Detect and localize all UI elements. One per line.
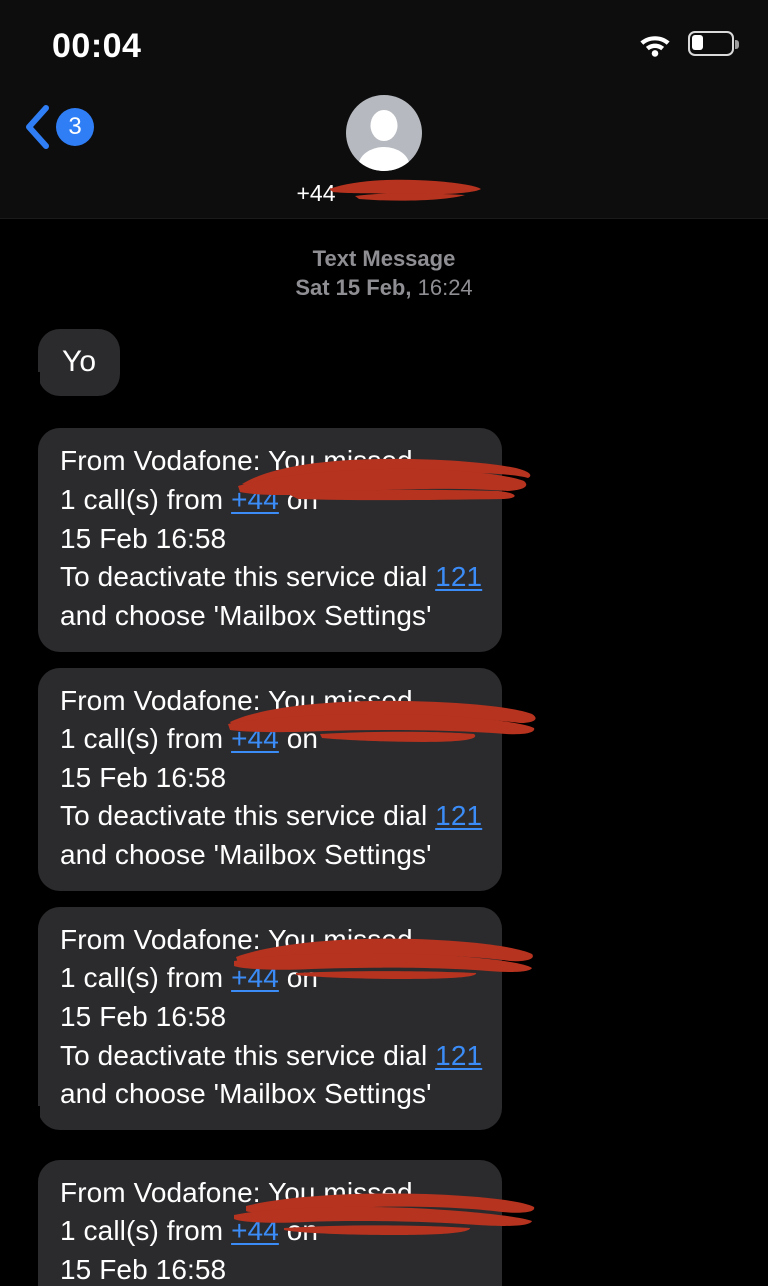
conversation-timestamp-header: Text Message Sat 15 Feb, 16:24 [0,219,768,302]
status-bar: 00:04 [0,0,768,86]
message-bubble-incoming[interactable]: From Vodafone: You missed 1 call(s) from… [38,428,531,652]
redaction-scribble-header [329,179,481,201]
message-bubble-incoming[interactable]: Yo [21,329,121,397]
dial-number-link[interactable]: 121 [435,800,482,831]
message-line: To deactivate this service dial 121 [60,558,482,597]
dial-number-link[interactable]: 121 [435,1040,482,1071]
message-line: From Vodafone: You missed [60,684,413,716]
message-date: Sat 15 Feb, [295,275,412,301]
message-line: To deactivate this service dial 121 [60,797,482,836]
message-text: To deactivate this service dial [60,1039,436,1071]
message-row: From Vodafone: You missed 1 call(s) from… [0,667,768,891]
message-row: From Vodafone: You missed 1 call(s) from… [0,1159,768,1286]
cellular-bars-icon [588,30,622,58]
message-line: From Vodafone: You missed [60,923,413,955]
status-bar-indicators [588,30,740,58]
message-line: To deactivate this service dial 121 [60,1037,482,1076]
message-line: and choose 'Mailbox Settings' [60,1078,432,1110]
messages-app-screen: 00:04 3 +44 Text Message Sat 15 Feb, 16:… [0,0,768,1286]
phone-number-link[interactable]: +44 [231,962,279,993]
message-row: From Vodafone: You missed 1 call(s) from… [0,906,768,1130]
message-line: 1 call(s) from +44 on [60,720,482,759]
conversation-header: 3 +44 [0,86,768,219]
phone-number-link[interactable]: +44 [231,723,279,754]
message-bubble-incoming[interactable]: From Vodafone: You missed 1 call(s) from… [21,906,533,1130]
message-text: 1 call(s) from [60,1215,232,1247]
message-text: on [278,1215,319,1247]
message-line: 15 Feb 16:58 [60,1254,227,1286]
message-row: Yo [0,329,768,397]
dial-number-link[interactable]: 121 [435,561,482,592]
message-line: and choose 'Mailbox Settings' [60,599,432,631]
wifi-icon [640,36,670,57]
contact-avatar-placeholder-icon[interactable] [346,95,422,171]
message-text: To deactivate this service dial [60,800,436,832]
message-line: From Vodafone: You missed [60,445,413,477]
phone-number-link[interactable]: +44 [231,1215,279,1246]
message-line: 15 Feb 16:58 [60,1000,227,1032]
message-line: 1 call(s) from +44 on [60,959,482,998]
message-text: To deactivate this service dial [60,561,436,593]
contact-name: +44 [296,180,336,206]
message-list[interactable]: Text Message Sat 15 Feb, 16:24 Yo From V… [0,219,768,1286]
message-line: and choose 'Mailbox Settings' [60,839,432,871]
contact-info[interactable]: +44 [0,86,768,207]
message-time: 16:24 [417,275,473,301]
message-date-time: Sat 15 Feb, 16:24 [0,273,768,302]
message-text: on [278,723,319,755]
message-line: 15 Feb 16:58 [60,522,227,554]
message-service-label: Text Message [312,246,456,271]
contact-name-row: +44 [0,179,768,207]
message-text: 1 call(s) from [60,723,232,755]
message-text: 1 call(s) from [60,484,232,516]
battery-icon [688,31,740,57]
phone-number-link[interactable]: +44 [231,484,279,515]
message-bubble-incoming[interactable]: From Vodafone: You missed 1 call(s) from… [38,667,536,891]
status-bar-clock: 00:04 [52,27,142,65]
message-line: 15 Feb 16:58 [60,761,227,793]
message-text: on [278,484,319,516]
message-text: 1 call(s) from [60,962,232,994]
message-text: on [278,962,319,994]
message-row: From Vodafone: You missed 1 call(s) from… [0,428,768,652]
message-line: 1 call(s) from +44 on [60,481,482,520]
message-line: From Vodafone: You missed [60,1176,413,1208]
message-bubble-incoming[interactable]: From Vodafone: You missed 1 call(s) from… [38,1159,535,1286]
message-line: 1 call(s) from +44 on [60,1212,482,1251]
message-text: Yo [62,345,97,379]
